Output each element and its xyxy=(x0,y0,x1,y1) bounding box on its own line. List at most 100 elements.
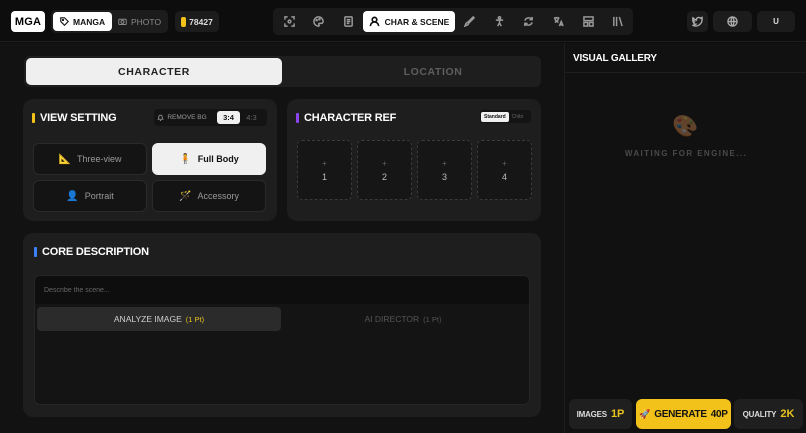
view-full-body-label: Full Body xyxy=(197,154,239,164)
ref-slot-number: 4 xyxy=(501,171,507,182)
view-options-bar: REMOVE BG 3:4 4:3 xyxy=(154,109,267,126)
view-setting-panel: VIEW SETTING REMOVE BG 3:4 4:3 📐 Three-v… xyxy=(23,99,277,221)
view-three-view-button[interactable]: 📐 Three-view xyxy=(33,143,147,175)
figure-icon xyxy=(495,16,503,27)
accent-bar xyxy=(34,247,37,257)
ai-director-cost: (1 Pt) xyxy=(423,314,442,324)
layout-icon xyxy=(582,16,594,27)
gallery-footer: IMAGES 1P 🚀 GENERATE 40P QUALITY 2K xyxy=(565,397,806,433)
user-initial: U xyxy=(773,17,779,26)
tab-character[interactable]: CHARACTER xyxy=(26,58,282,85)
palette-icon: 🎨 xyxy=(672,115,699,138)
rocket-icon: 🚀 xyxy=(639,408,651,419)
main-panel: CHARACTER LOCATION VIEW SETTING REMOVE B… xyxy=(0,43,564,433)
style-chibi-button[interactable]: Chibi xyxy=(509,112,526,122)
core-description-title-text: CORE DESCRIPTION xyxy=(42,246,149,258)
ref-slot-2[interactable]: + 2 xyxy=(357,140,412,200)
gallery-header: VISUAL GALLERY xyxy=(565,43,806,73)
remove-bg-label: REMOVE BG xyxy=(167,114,207,121)
ai-director-label: AI DIRECTOR xyxy=(364,314,420,324)
library-tool-button[interactable] xyxy=(607,12,627,31)
language-button[interactable] xyxy=(713,11,752,32)
tab-bar: CHARACTER LOCATION xyxy=(24,56,541,87)
triangle-ruler-icon: 📐 xyxy=(58,153,71,165)
analyze-image-button[interactable]: ANALYZE IMAGE (1 Pt) xyxy=(37,307,281,331)
ref-slot-number: 2 xyxy=(381,171,387,182)
images-count-button[interactable]: IMAGES 1P xyxy=(569,399,632,429)
ref-slot-number: 3 xyxy=(441,171,447,182)
mode-photo-label: PHOTO xyxy=(131,16,162,27)
brush-tool-button[interactable] xyxy=(459,12,479,31)
credits-value: 78427 xyxy=(189,16,213,27)
ratio-4-3-button[interactable]: 4:3 xyxy=(240,111,263,124)
character-ref-title: CHARACTER REF xyxy=(296,112,396,124)
view-accessory-button[interactable]: 🪄 Accessory xyxy=(152,180,266,212)
view-setting-title: VIEW SETTING xyxy=(32,112,117,124)
generate-cost: 40P xyxy=(710,408,728,420)
core-description-title: CORE DESCRIPTION xyxy=(34,246,149,258)
remove-bg-button[interactable]: REMOVE BG xyxy=(154,114,210,121)
pose-tool-button[interactable] xyxy=(489,12,509,31)
quality-value: 2K xyxy=(780,408,795,420)
mode-manga-button[interactable]: MANGA xyxy=(53,12,113,31)
plus-icon: + xyxy=(322,158,327,168)
generate-button[interactable]: 🚀 GENERATE 40P xyxy=(636,399,731,429)
palette-icon xyxy=(312,16,324,27)
images-label: IMAGES xyxy=(576,409,608,419)
credits-badge[interactable]: 78427 xyxy=(175,11,219,32)
description-box: ANALYZE IMAGE (1 Pt) AI DIRECTOR (1 Pt) xyxy=(34,275,530,405)
person-standing-icon: 🧍 xyxy=(179,153,192,165)
analyze-image-label: ANALYZE IMAGE xyxy=(113,314,182,324)
translate-tool-button[interactable] xyxy=(548,12,568,31)
user-avatar-button[interactable]: U xyxy=(757,11,795,32)
tab-location[interactable]: LOCATION xyxy=(308,58,558,85)
ref-slot-4[interactable]: + 4 xyxy=(477,140,532,200)
ref-slot-3[interactable]: + 3 xyxy=(417,140,472,200)
view-setting-title-text: VIEW SETTING xyxy=(40,112,117,124)
palette-tool-button[interactable] xyxy=(308,12,328,31)
mode-photo-button[interactable]: PHOTO xyxy=(111,12,168,31)
user-icon xyxy=(369,16,380,27)
ref-slot-number: 1 xyxy=(321,171,327,182)
scene-description-input[interactable] xyxy=(35,276,529,304)
quality-button[interactable]: QUALITY 2K xyxy=(734,399,803,429)
bell-icon xyxy=(157,114,165,121)
view-three-view-label: Three-view xyxy=(76,154,122,164)
ai-director-button[interactable]: AI DIRECTOR (1 Pt) xyxy=(281,307,525,331)
style-standard-button[interactable]: Standard xyxy=(481,111,509,122)
accent-bar xyxy=(296,113,299,123)
globe-icon xyxy=(727,16,738,27)
twitter-button[interactable] xyxy=(687,11,708,32)
layout-tool-button[interactable] xyxy=(578,12,598,31)
generate-label: GENERATE xyxy=(654,408,707,420)
character-ref-title-text: CHARACTER REF xyxy=(304,112,397,124)
twitter-icon xyxy=(692,16,703,27)
refresh-tool-button[interactable] xyxy=(518,12,538,31)
view-full-body-button[interactable]: 🧍 Full Body xyxy=(152,143,266,175)
app-logo[interactable]: MGA xyxy=(11,11,45,32)
book-icon xyxy=(343,16,353,27)
camera-icon xyxy=(118,18,127,25)
char-scene-label: CHAR & SCENE xyxy=(384,16,450,27)
view-portrait-button[interactable]: 👤 Portrait xyxy=(33,180,147,212)
mode-switcher: MANGA PHOTO xyxy=(51,10,168,33)
plus-icon: + xyxy=(442,158,447,168)
ratio-3-4-button[interactable]: 3:4 xyxy=(217,111,240,124)
refresh-icon xyxy=(523,16,533,27)
book-tool-button[interactable] xyxy=(338,12,358,31)
ref-slot-1[interactable]: + 1 xyxy=(297,140,352,200)
brush-icon xyxy=(463,16,475,27)
style-toggle: Standard Chibi xyxy=(480,110,531,123)
view-accessory-label: Accessory xyxy=(197,191,239,201)
images-value: 1P xyxy=(610,408,625,420)
gallery-title: VISUAL GALLERY xyxy=(573,53,657,64)
scan-tool-button[interactable] xyxy=(279,12,299,31)
bust-icon: 👤 xyxy=(66,190,79,202)
view-portrait-label: Portrait xyxy=(84,191,114,201)
library-icon xyxy=(612,16,623,27)
character-ref-panel: CHARACTER REF Standard Chibi + 1 + 2 + 3… xyxy=(287,99,541,221)
tag-icon xyxy=(60,17,69,26)
quality-label: QUALITY xyxy=(742,409,777,419)
char-scene-tool-button[interactable]: CHAR & SCENE xyxy=(363,11,455,32)
coin-icon xyxy=(181,16,187,27)
